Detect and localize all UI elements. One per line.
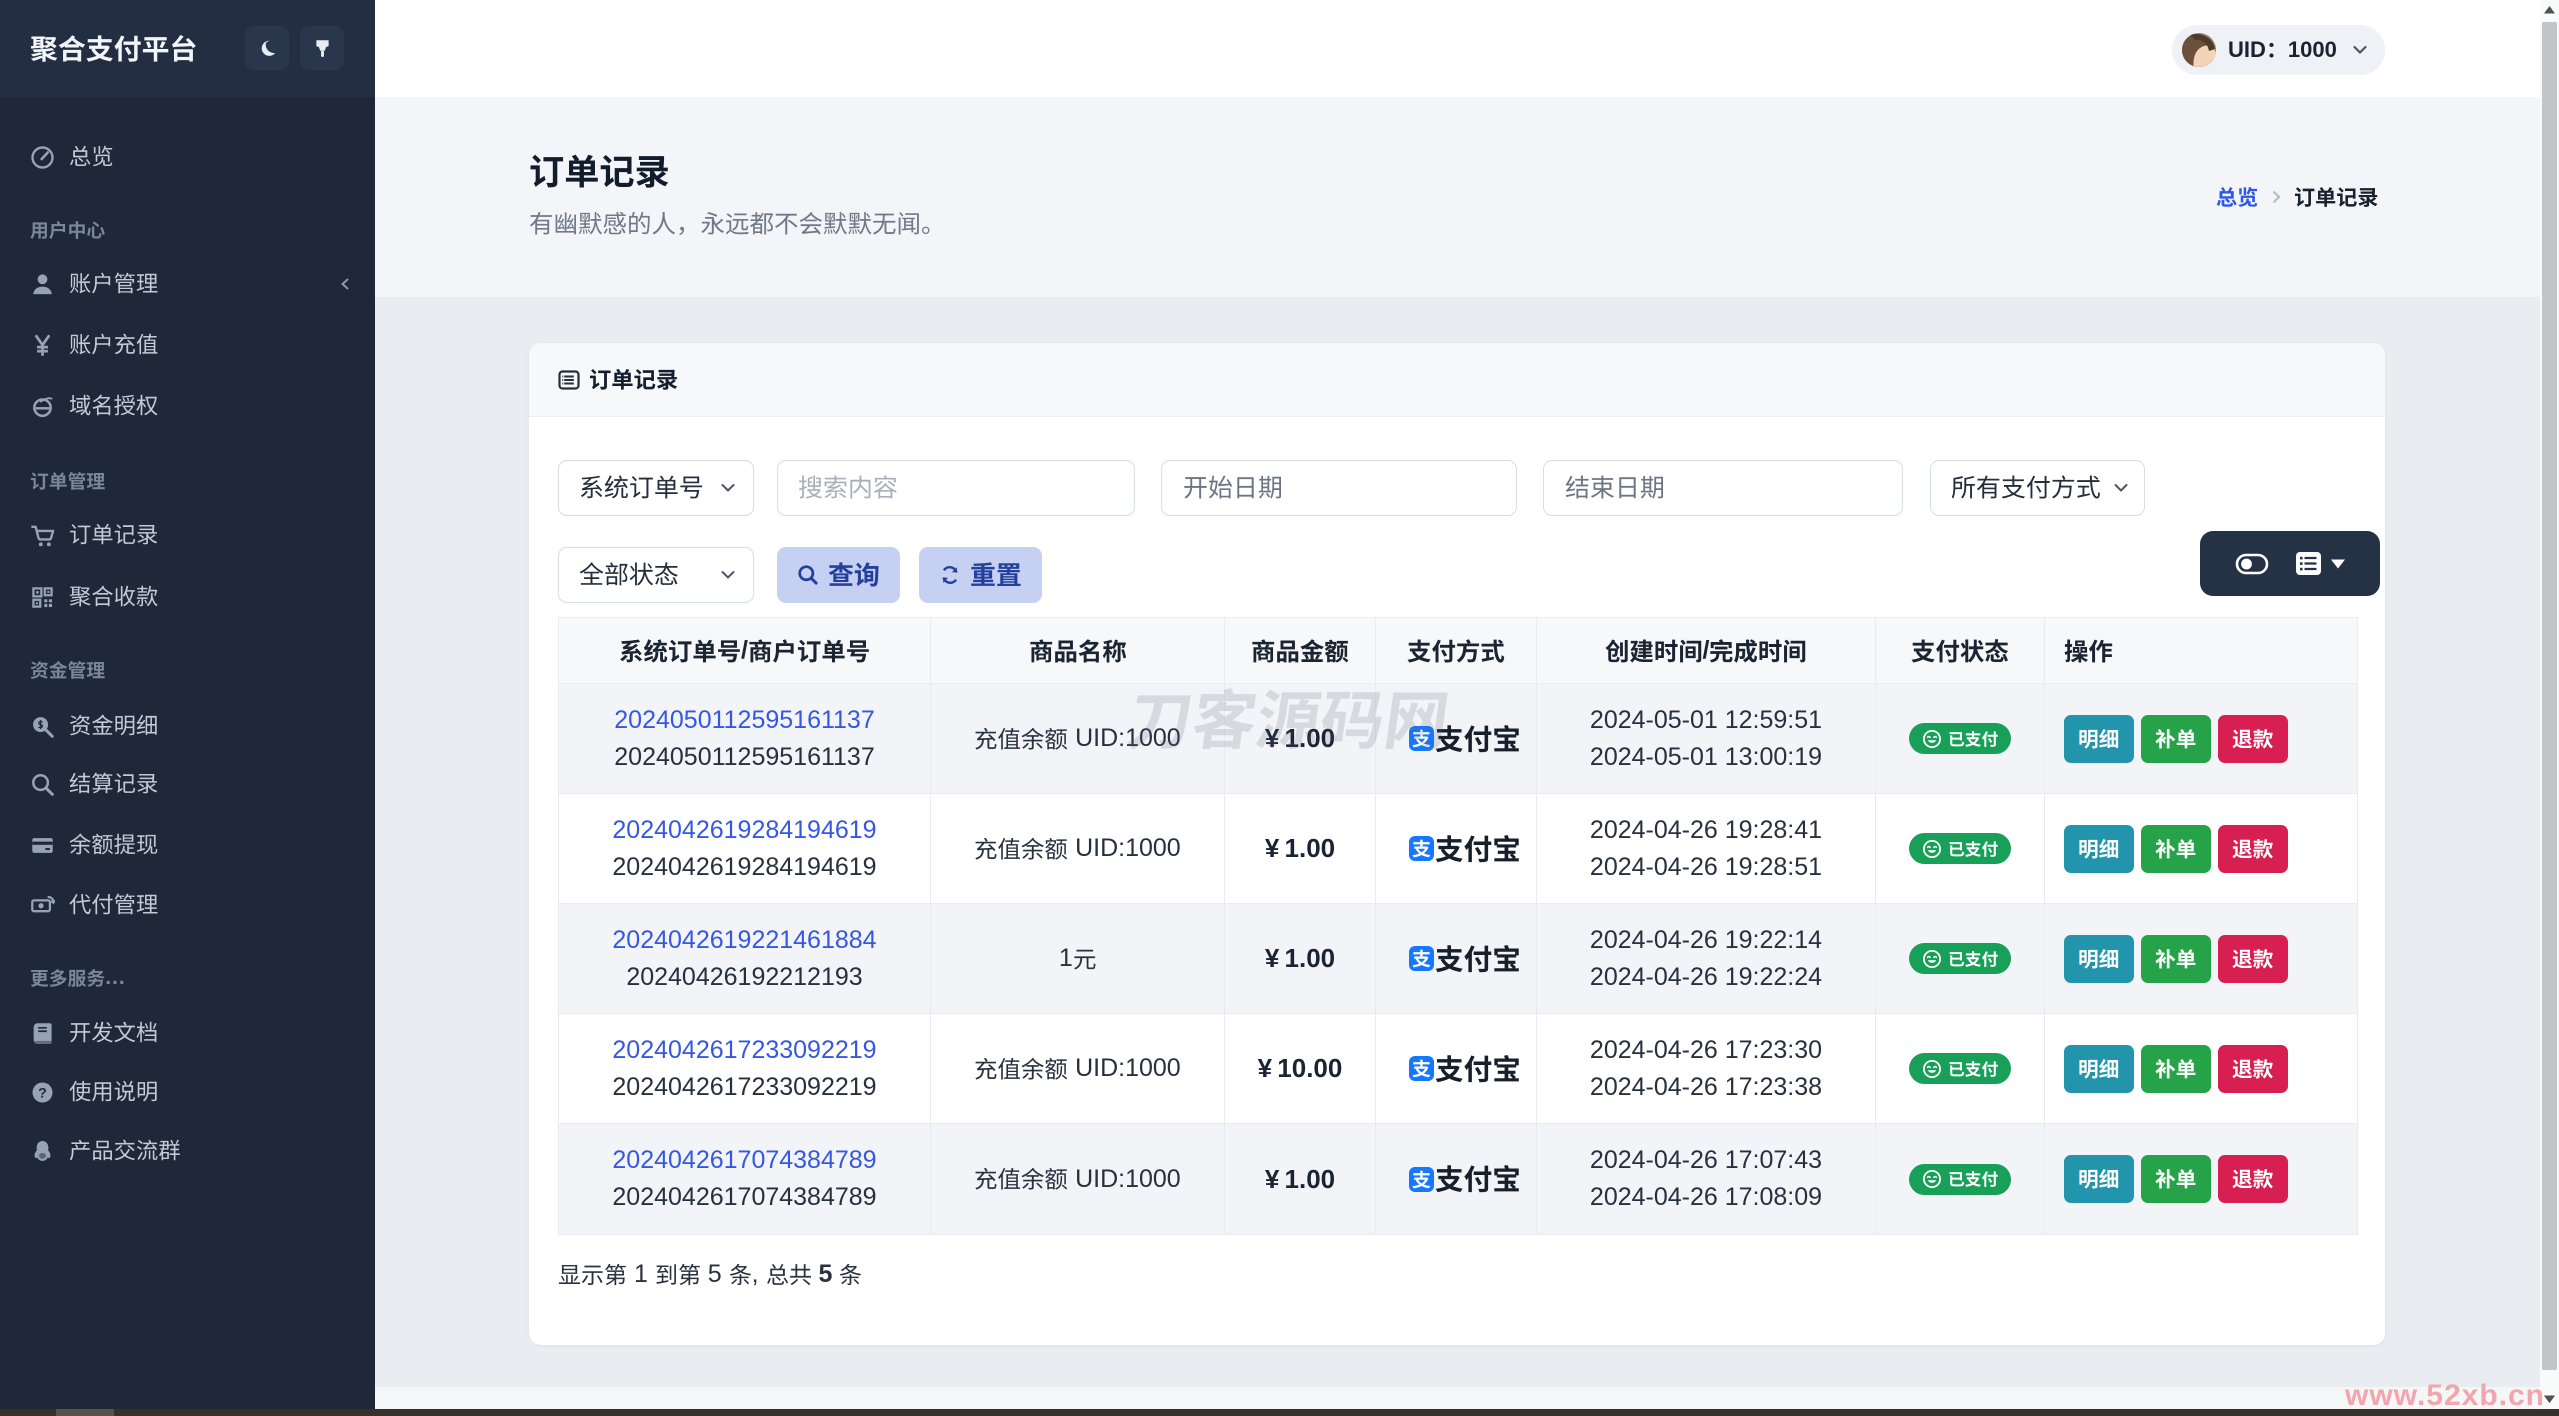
svg-text:?: ? bbox=[38, 1085, 47, 1101]
